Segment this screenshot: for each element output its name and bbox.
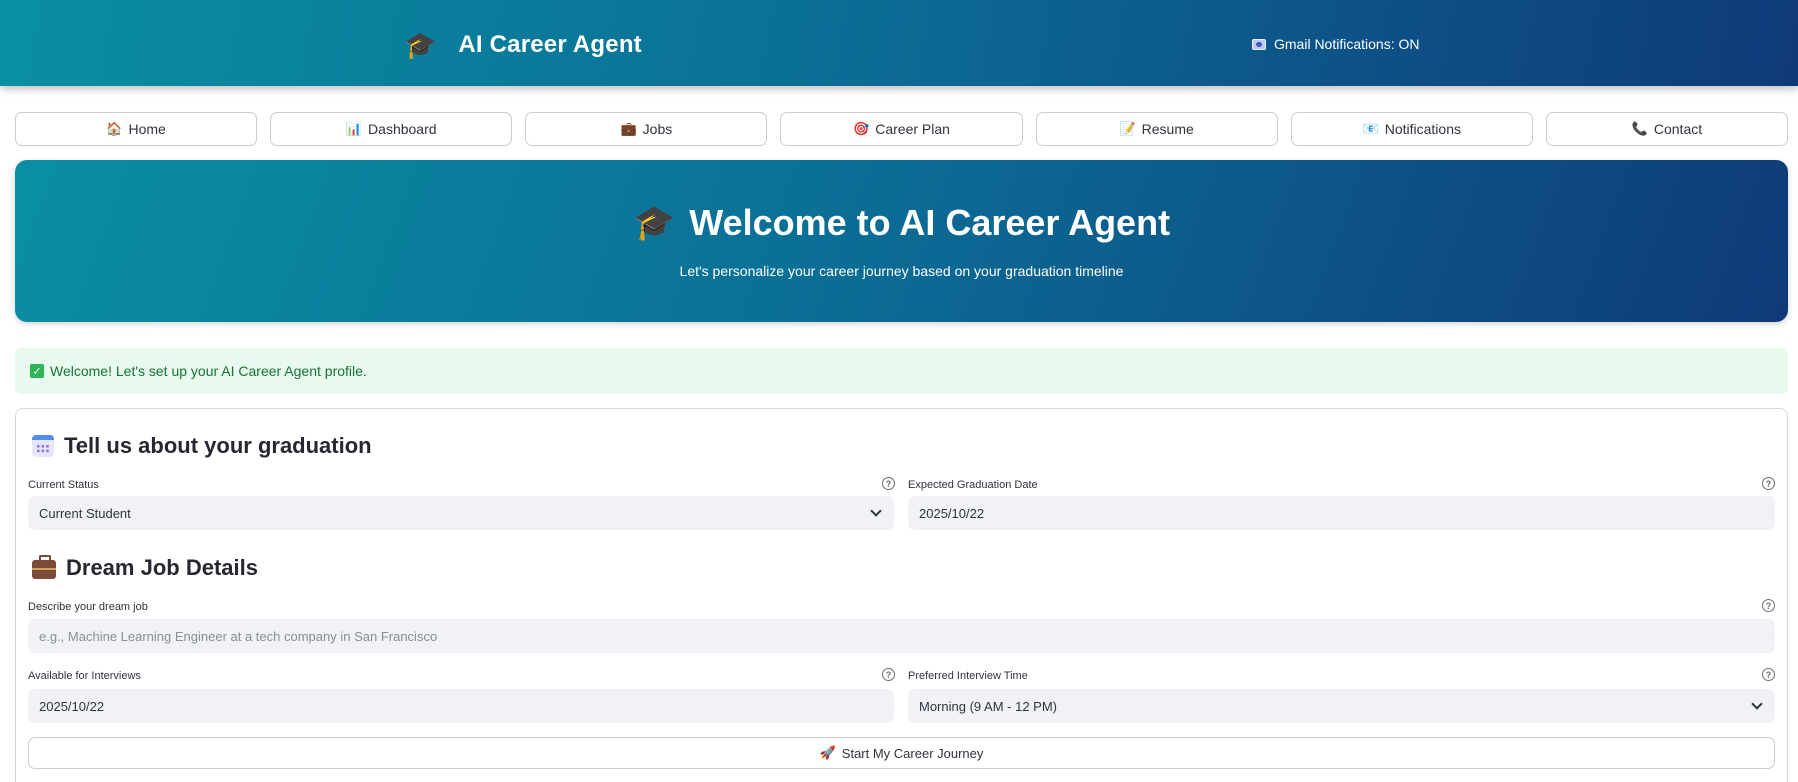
rocket-icon: 🚀 xyxy=(819,745,836,760)
top-banner: 🎓 AI Career Agent Gmail Notifications: O… xyxy=(0,0,1798,86)
graduation-section-title: Tell us about your graduation xyxy=(32,433,372,459)
mail-icon xyxy=(1252,38,1266,50)
briefcase-icon: 💼 xyxy=(620,121,637,136)
dream-job-section-title: Dream Job Details xyxy=(32,555,258,581)
current-status-label: Current Status xyxy=(28,479,99,491)
help-icon[interactable]: ? xyxy=(1762,599,1775,612)
grad-date-input[interactable]: 2025/10/22 xyxy=(908,496,1775,530)
memo-icon: 📝 xyxy=(1119,121,1136,136)
start-career-journey-button[interactable]: 🚀 Start My Career Journey xyxy=(28,737,1775,769)
dream-job-placeholder: e.g., Machine Learning Engineer at a tec… xyxy=(39,628,438,644)
graduation-cap-icon: 🎓 xyxy=(404,30,437,60)
interview-time-value: Morning (9 AM - 12 PM) xyxy=(919,698,1057,714)
current-status-select[interactable]: Current Student xyxy=(28,496,894,530)
chevron-down-icon xyxy=(1751,698,1763,710)
help-icon[interactable]: ? xyxy=(1762,668,1775,681)
interview-time-label: Preferred Interview Time xyxy=(908,670,1028,682)
grad-date-label: Expected Graduation Date xyxy=(908,479,1038,491)
target-icon: 🎯 xyxy=(853,121,870,136)
gmail-status-text: Gmail Notifications: ON xyxy=(1274,36,1420,52)
nav-label: Jobs xyxy=(642,121,673,137)
nav-dashboard-button[interactable]: 📊 Dashboard xyxy=(270,112,513,146)
phone-icon: 📞 xyxy=(1631,121,1648,136)
interview-date-label: Available for Interviews xyxy=(28,670,141,682)
app-title: AI Career Agent xyxy=(458,31,642,58)
nav-contact-button[interactable]: 📞 Contact xyxy=(1545,112,1788,146)
submit-label: Start My Career Journey xyxy=(841,745,984,761)
briefcase-icon xyxy=(32,555,56,579)
nav-label: Dashboard xyxy=(368,121,437,137)
interview-date-input[interactable]: 2025/10/22 xyxy=(28,689,894,723)
main-nav: 🏠 Home 📊 Dashboard 💼 Jobs 🎯 Career Plan … xyxy=(15,112,1788,146)
nav-home-button[interactable]: 🏠 Home xyxy=(15,112,258,146)
help-icon[interactable]: ? xyxy=(882,477,895,490)
success-alert: ✓ Welcome! Let's set up your AI Career A… xyxy=(15,348,1788,394)
help-icon[interactable]: ? xyxy=(1762,477,1775,490)
nav-label: Notifications xyxy=(1384,121,1461,137)
help-icon[interactable]: ? xyxy=(882,668,895,681)
dream-job-input[interactable]: e.g., Machine Learning Engineer at a tec… xyxy=(28,619,1775,653)
nav-career-plan-button[interactable]: 🎯 Career Plan xyxy=(780,112,1023,146)
gmail-status: Gmail Notifications: ON xyxy=(1252,34,1419,54)
nav-resume-button[interactable]: 📝 Resume xyxy=(1035,112,1278,146)
chevron-down-icon xyxy=(870,505,882,517)
section-title-text: Tell us about your graduation xyxy=(64,433,372,458)
chart-icon: 📊 xyxy=(345,121,363,136)
graduation-cap-icon: 🎓 xyxy=(632,204,676,242)
section-title-text: Dream Job Details xyxy=(66,555,258,580)
interview-date-value: 2025/10/22 xyxy=(39,698,105,714)
nav-notifications-button[interactable]: 📧 Notifications xyxy=(1290,112,1533,146)
hero-title-text: Welcome to AI Career Agent xyxy=(689,202,1171,243)
home-icon: 🏠 xyxy=(106,121,123,136)
nav-label: Contact xyxy=(1653,121,1703,137)
success-alert-text: Welcome! Let's set up your AI Career Age… xyxy=(50,363,367,379)
nav-label: Resume xyxy=(1141,121,1194,137)
dream-job-label: Describe your dream job xyxy=(28,601,148,613)
brand: 🎓 AI Career Agent xyxy=(404,28,642,62)
nav-label: Home xyxy=(128,121,166,137)
mail-icon: 📧 xyxy=(1362,121,1379,136)
interview-time-select[interactable]: Morning (9 AM - 12 PM) xyxy=(908,689,1775,723)
nav-label: Career Plan xyxy=(875,121,950,137)
current-status-value: Current Student xyxy=(39,505,131,521)
hero-title: 🎓 Welcome to AI Career Agent xyxy=(15,202,1788,244)
calendar-icon xyxy=(32,435,54,457)
nav-jobs-button[interactable]: 💼 Jobs xyxy=(525,112,768,146)
check-icon: ✓ xyxy=(30,364,44,378)
profile-form: Tell us about your graduation Current St… xyxy=(15,408,1788,782)
hero-subtitle: Let's personalize your career journey ba… xyxy=(679,263,1124,279)
grad-date-value: 2025/10/22 xyxy=(919,505,985,521)
hero-banner: 🎓 Welcome to AI Career Agent Let's perso… xyxy=(15,160,1788,322)
